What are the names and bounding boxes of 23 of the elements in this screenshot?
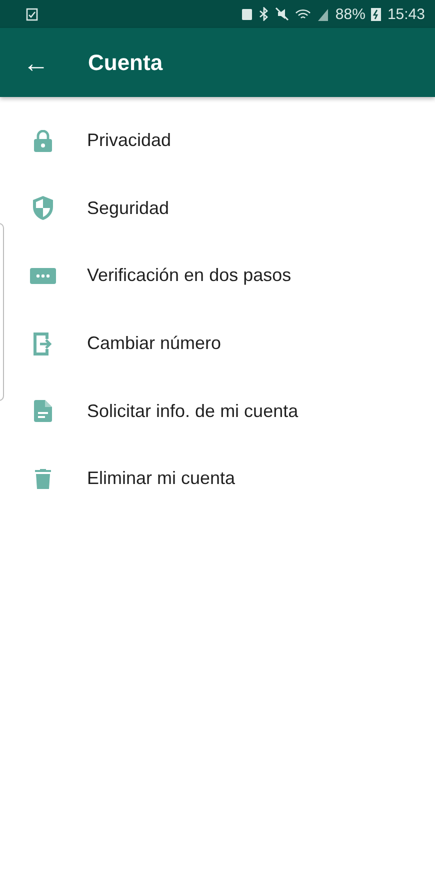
settings-item[interactable]: Verificación en dos pasos	[0, 242, 435, 310]
settings-item[interactable]: Cambiar número	[0, 310, 435, 378]
clock-time: 15:43	[387, 6, 425, 22]
password-dots-icon	[30, 268, 56, 284]
mute-icon	[275, 7, 290, 21]
settings-item[interactable]: Seguridad	[0, 174, 435, 242]
sim-icon	[241, 8, 254, 20]
lock-icon	[34, 130, 52, 152]
trash-icon	[35, 468, 51, 489]
settings-item[interactable]: Solicitar info. de mi cuenta	[0, 377, 435, 445]
settings-item[interactable]: Eliminar mi cuenta	[0, 444, 435, 513]
battery-charging-icon	[371, 7, 382, 21]
signal-icon	[317, 8, 330, 20]
wifi-icon	[295, 8, 312, 20]
battery-percent: 88%	[335, 6, 366, 22]
phone-arrow-icon	[33, 332, 53, 356]
screen-title: Cuenta	[88, 50, 163, 76]
back-button[interactable]: ←	[20, 50, 52, 76]
shield-icon	[33, 196, 53, 220]
bluetooth-icon	[259, 7, 270, 21]
checklist-icon	[26, 8, 38, 20]
document-icon	[34, 400, 52, 422]
settings-item[interactable]: Privacidad	[0, 107, 435, 175]
